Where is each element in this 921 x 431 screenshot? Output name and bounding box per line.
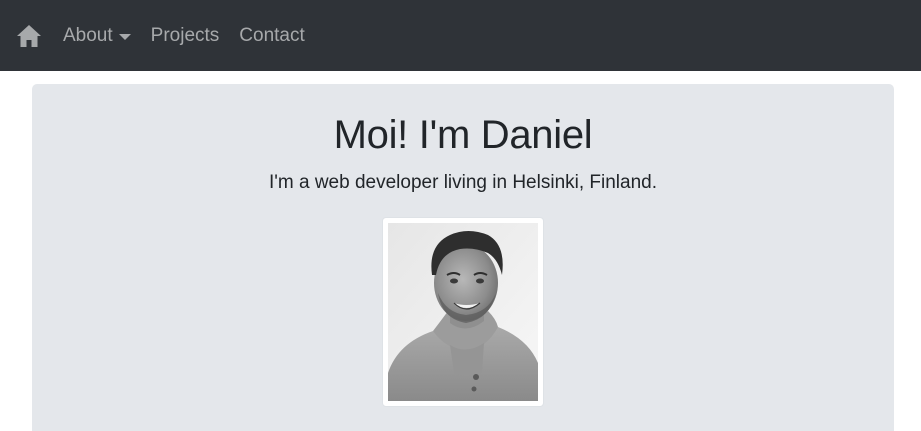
profile-photo bbox=[388, 223, 538, 401]
home-icon bbox=[17, 24, 41, 47]
hero-section: Moi! I'm Daniel I'm a web developer livi… bbox=[32, 84, 894, 431]
home-link[interactable] bbox=[16, 23, 42, 49]
nav-about-label: About bbox=[63, 25, 113, 46]
nav-contact-link[interactable]: Contact bbox=[239, 26, 304, 45]
hero-subtitle: I'm a web developer living in Helsinki, … bbox=[268, 172, 658, 193]
hero-title: Moi! I'm Daniel bbox=[333, 113, 593, 157]
caret-down-icon bbox=[118, 33, 131, 40]
top-navbar: About Projects Contact bbox=[0, 0, 921, 71]
nav-projects-link[interactable]: Projects bbox=[151, 26, 220, 45]
nav-about-dropdown[interactable]: About bbox=[63, 26, 131, 45]
profile-photo-frame bbox=[382, 217, 544, 407]
